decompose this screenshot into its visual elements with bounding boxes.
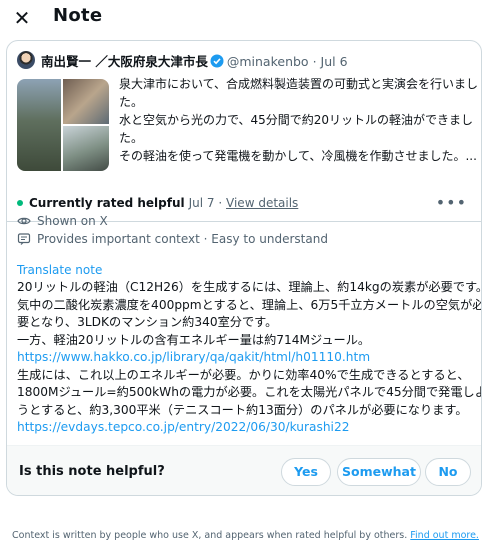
shown-on-row: Shown on X (17, 214, 108, 228)
context-row: Provides important context · Easy to und… (17, 232, 328, 246)
note-line: 一方、軽油20リットルの含有エネルギー量は約714Mジュール。 (17, 332, 371, 347)
note-line: 要となり、3LDKのマンション約340室分です。 (17, 315, 278, 329)
helpful-question: Is this note helpful? (19, 464, 165, 479)
find-out-more-link[interactable]: Find out more. (410, 530, 479, 541)
footer-text: Context is written by people who use X, … (12, 530, 411, 541)
post-text-line: た。 (119, 131, 144, 145)
media-thumbnail[interactable] (17, 79, 61, 171)
post-text-line: その軽油を使って発電機を動かして、冷風機を作動させました。... (119, 149, 477, 163)
quoted-post[interactable]: 南出賢一 ／大阪府泉大津市長 @minakenbo · Jul 6 泉大津市におい… (7, 41, 481, 222)
note-icon (17, 233, 31, 245)
rating-date: Jul 7 (188, 196, 215, 210)
rating-status-row: Currently rated helpful Jul 7 · View deta… (17, 196, 298, 214)
media-thumbnail[interactable] (63, 79, 109, 124)
post-text: 泉大津市において、合成燃料製造装置の可動式と実演会を行いまし た。 水と空気から… (119, 75, 479, 165)
post-text-line: 泉大津市において、合成燃料製造装置の可動式と実演会を行いまし (119, 77, 479, 91)
view-details-link[interactable]: View details (226, 196, 298, 210)
post-text-line: 水と空気から光の力で、45分間で約20リットルの軽油ができまし (119, 113, 474, 127)
rating-status: Currently rated helpful (29, 196, 185, 210)
post-media-grid[interactable] (17, 79, 109, 171)
page-title: Note (53, 5, 103, 26)
note-line: うとすると、約3,300平米（テニスコート約13面分）のパネルが必要になります。 (17, 402, 468, 417)
avatar[interactable] (17, 51, 35, 69)
note-line: 1800Mジュール=約500kWhの電力が必要。これを太陽光パネルで45分間で発… (17, 385, 482, 399)
note-card: 南出賢一 ／大阪府泉大津市長 @minakenbo · Jul 6 泉大津市におい… (6, 40, 482, 496)
footer-disclaimer: Context is written by people who use X, … (12, 530, 479, 541)
media-thumbnail[interactable] (63, 126, 109, 171)
top-bar: ✕ Note (0, 0, 490, 36)
more-options-icon[interactable]: ••• (436, 193, 467, 212)
close-icon[interactable]: ✕ (10, 6, 34, 30)
note-line: 生成には、これ以上のエネルギーが必要。かりに効率40%で生成できるとすると、 (17, 367, 470, 382)
helpful-rating-bar: Is this note helpful? Yes Somewhat No (7, 445, 481, 495)
note-source-link[interactable]: https://evdays.tepco.co.jp/entry/2022/06… (17, 419, 477, 437)
shown-on-text: Shown on X (37, 214, 108, 228)
author-name[interactable]: 南出賢一 ／大阪府泉大津市長 (41, 54, 208, 69)
author-handle[interactable]: @minakenbo (227, 54, 309, 69)
verified-badge-icon (210, 54, 224, 68)
post-text-line: た。 (119, 95, 144, 109)
post-author-line: 南出賢一 ／大阪府泉大津市長 @minakenbo · Jul 6 (41, 54, 348, 69)
translate-note-link[interactable]: Translate note (17, 263, 102, 277)
note-source-link[interactable]: https://www.hakko.co.jp/library/qa/qakit… (17, 349, 477, 367)
post-date[interactable]: Jul 6 (321, 54, 348, 69)
somewhat-button[interactable]: Somewhat (337, 458, 421, 486)
helpful-dot-icon (17, 200, 23, 206)
note-text: 20リットルの軽油（C12H26）を生成するには、理論上、約14kgの炭素が必要… (17, 279, 482, 437)
context-text: Provides important context · Easy to und… (37, 232, 328, 246)
no-button[interactable]: No (425, 458, 471, 486)
note-line: 20リットルの軽油（C12H26）を生成するには、理論上、約14kgの炭素が必要… (17, 280, 482, 294)
note-line: 気中の二酸化炭素濃度を400ppmとすると、理論上、6万5千立方メートルの空気が… (17, 297, 482, 312)
eye-icon (17, 217, 31, 225)
yes-button[interactable]: Yes (281, 458, 331, 486)
